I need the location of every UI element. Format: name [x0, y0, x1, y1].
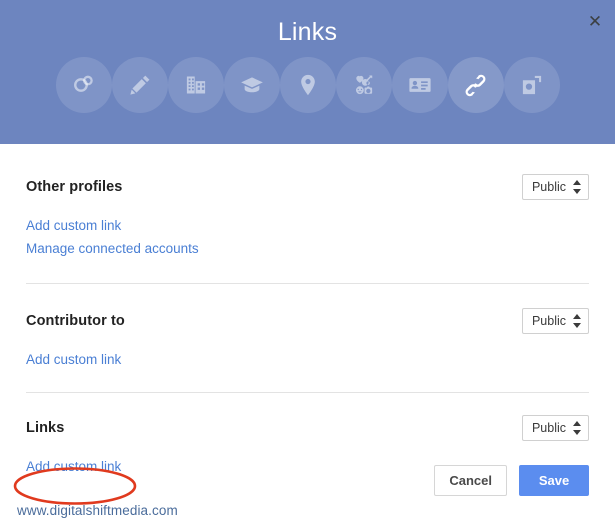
visibility-value: Public: [531, 180, 566, 194]
location-pin-icon[interactable]: [279, 57, 336, 113]
section-header: Links Public: [0, 413, 615, 443]
photos-icon[interactable]: [503, 57, 560, 113]
contact-card-icon[interactable]: [391, 57, 448, 113]
cancel-button[interactable]: Cancel: [434, 465, 507, 496]
visibility-select-links[interactable]: Public: [521, 415, 589, 441]
section-title: Links: [26, 420, 65, 436]
links-dialog: Links ✕ Other profiles Public Add custom…: [0, 0, 615, 526]
add-custom-link-links[interactable]: Add custom link: [26, 457, 121, 477]
chevron-updown-icon: [572, 180, 581, 194]
save-button[interactable]: Save: [519, 465, 589, 496]
section-other-profiles: Other profiles Public Add custom link Ma…: [0, 144, 615, 259]
dialog-body: Other profiles Public Add custom link Ma…: [0, 144, 615, 526]
chevron-updown-icon: [572, 421, 581, 435]
page-title: Links: [277, 18, 338, 46]
graduation-cap-icon[interactable]: [223, 57, 280, 113]
visibility-select-other-profiles[interactable]: Public: [521, 174, 589, 200]
add-custom-link-other-profiles[interactable]: Add custom link: [26, 216, 121, 236]
links-list: Add custom link: [0, 336, 615, 370]
watermark-url: www.digitalshiftmedia.com: [17, 503, 178, 518]
links-list: Add custom link Manage connected account…: [0, 202, 615, 259]
hobbies-grid-icon[interactable]: [335, 57, 392, 113]
circles-icon[interactable]: [55, 57, 112, 113]
dialog-header: Links ✕: [0, 0, 615, 144]
section-header: Contributor to Public: [0, 306, 615, 336]
visibility-select-contributor-to[interactable]: Public: [521, 308, 589, 334]
section-title: Other profiles: [26, 179, 123, 195]
section-header: Other profiles Public: [0, 172, 615, 202]
section-contributor-to: Contributor to Public Add custom link: [0, 284, 615, 370]
add-custom-link-contributor-to[interactable]: Add custom link: [26, 350, 121, 370]
profile-section-icon-row: [0, 57, 615, 113]
chain-link-icon[interactable]: [447, 57, 504, 113]
pencil-icon[interactable]: [111, 57, 168, 113]
visibility-value: Public: [531, 314, 566, 328]
close-icon[interactable]: ✕: [582, 8, 608, 34]
manage-connected-accounts-link[interactable]: Manage connected accounts: [26, 239, 199, 259]
building-icon[interactable]: [167, 57, 224, 113]
visibility-value: Public: [531, 421, 566, 435]
section-title: Contributor to: [26, 313, 125, 329]
chevron-updown-icon: [572, 314, 581, 328]
dialog-actions: Cancel Save: [434, 465, 589, 496]
